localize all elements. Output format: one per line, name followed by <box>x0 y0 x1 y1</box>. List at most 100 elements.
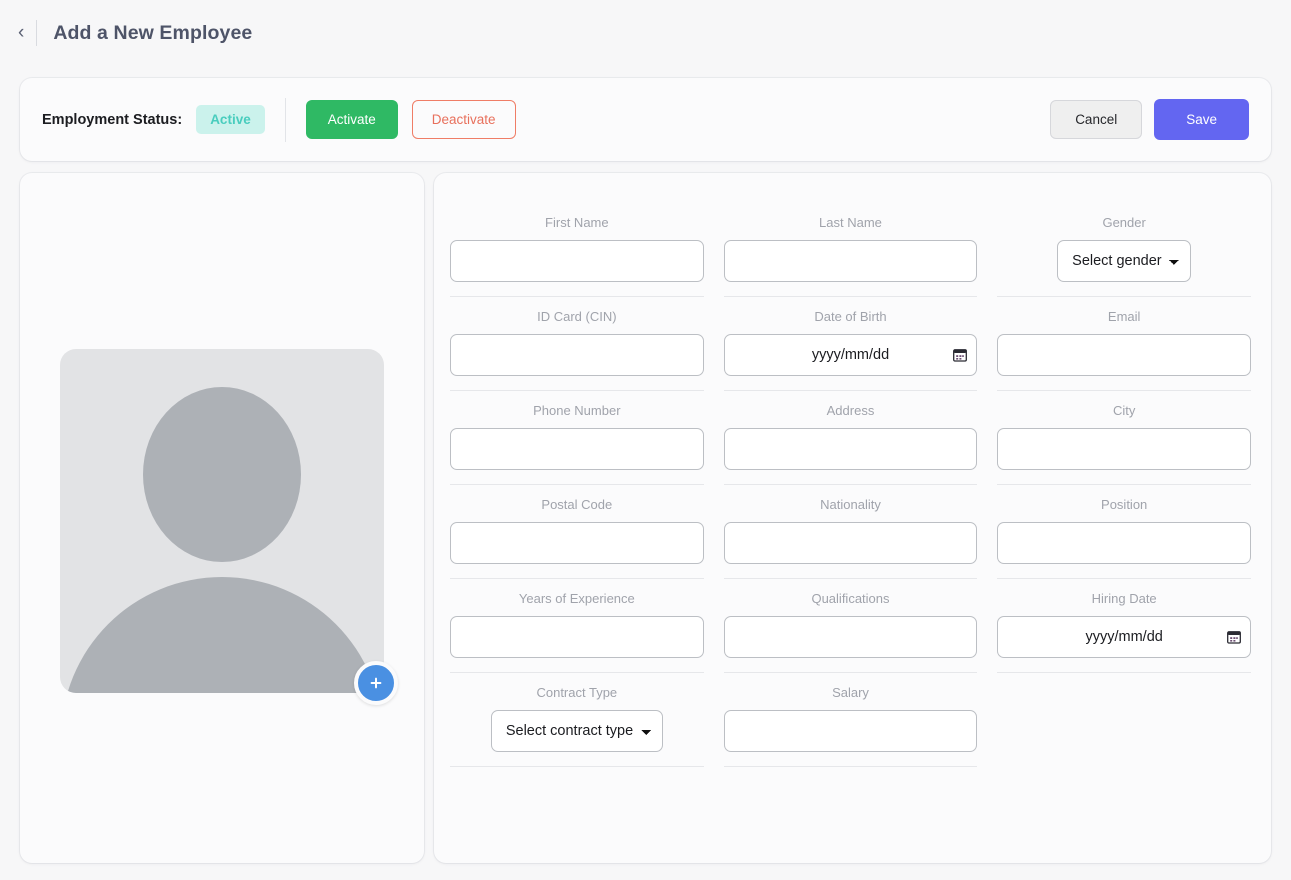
field-label-hiring-date: Hiring Date <box>1091 591 1157 606</box>
form-field-qualifications: Qualifications <box>723 579 978 673</box>
activate-button[interactable]: Activate <box>305 99 398 140</box>
nationality-input[interactable] <box>723 522 978 564</box>
field-label-first-name: First Name <box>545 215 609 230</box>
field-inner-hiring-date: Hiring Date yyyy/mm/dd <box>997 579 1251 672</box>
field-control-phone-number <box>450 428 704 470</box>
field-inner-last-name: Last Name <box>723 203 978 296</box>
field-label-nationality: Nationality <box>820 497 881 512</box>
form-field-city: City <box>997 391 1251 485</box>
field-label-email: Email <box>1107 309 1141 324</box>
field-label-id-card: ID Card (CIN) <box>537 309 617 324</box>
calendar-icon[interactable] <box>953 348 968 362</box>
hiring-date-date-wrapper: yyyy/mm/dd <box>997 616 1251 658</box>
page-title: Add a New Employee <box>53 21 253 44</box>
status-right-group: Cancel Save <box>1050 98 1249 141</box>
field-label-years-experience: Years of Experience <box>518 591 635 606</box>
header-divider <box>36 20 38 46</box>
deactivate-button[interactable]: Deactivate <box>411 99 516 140</box>
employee-form-card: First Name Last Name Gender Select genderMa… <box>434 173 1271 863</box>
years-experience-input[interactable] <box>450 616 704 658</box>
form-field-nationality: Nationality <box>723 485 978 579</box>
city-input[interactable] <box>997 428 1251 470</box>
field-control-address <box>723 428 978 470</box>
date-of-birth-date-wrapper: yyyy/mm/dd <box>723 334 978 376</box>
contract-type-select[interactable]: Select contract typeCDICDD <box>490 710 663 752</box>
field-control-position <box>997 522 1251 564</box>
address-input[interactable] <box>723 428 978 470</box>
page-root: ‹ Add a New Employee Employment Status: … <box>0 0 1291 880</box>
field-inner-nationality: Nationality <box>723 485 978 578</box>
salary-input[interactable] <box>723 710 978 752</box>
form-field-position: Position <box>997 485 1251 579</box>
plus-icon[interactable] <box>354 661 398 705</box>
field-control-city <box>997 428 1251 470</box>
status-left-group: Employment Status: Active Activate Deact… <box>42 97 516 142</box>
employee-form-grid: First Name Last Name Gender Select genderMa… <box>450 203 1251 780</box>
field-inner-years-experience: Years of Experience <box>450 579 704 672</box>
field-control-qualifications <box>723 616 978 658</box>
save-button[interactable]: Save <box>1154 98 1249 141</box>
field-control-last-name <box>723 240 978 282</box>
field-control-id-card <box>450 334 704 376</box>
field-control-nationality <box>723 522 978 564</box>
field-control-gender: Select genderMaleFemale <box>997 240 1251 282</box>
field-label-contract-type: Contract Type <box>536 685 618 700</box>
form-field-phone-number: Phone Number <box>450 391 704 485</box>
field-label-qualifications: Qualifications <box>811 591 890 606</box>
calendar-icon[interactable] <box>1227 630 1241 644</box>
form-field-address: Address <box>723 391 978 485</box>
cancel-button[interactable]: Cancel <box>1050 99 1143 140</box>
field-label-address: Address <box>826 403 875 418</box>
field-label-date-of-birth: Date of Birth <box>814 309 887 324</box>
email-input[interactable] <box>997 334 1251 376</box>
field-inner-email: Email <box>997 297 1251 390</box>
qualifications-input[interactable] <box>723 616 978 658</box>
field-label-last-name: Last Name <box>819 215 882 230</box>
postal-code-input[interactable] <box>450 522 704 564</box>
id-card-input[interactable] <box>450 334 704 376</box>
field-divider-contract-type <box>450 766 704 767</box>
field-label-salary: Salary <box>832 685 869 700</box>
form-field-salary: Salary <box>723 673 978 780</box>
form-field-postal-code: Postal Code <box>450 485 704 579</box>
field-inner-empty-slot <box>997 673 1251 779</box>
field-divider-empty-slot <box>997 779 1251 780</box>
avatar-wrapper <box>60 349 398 705</box>
chevron-left-icon[interactable]: ‹ <box>14 23 36 44</box>
field-control-years-experience <box>450 616 704 658</box>
field-control-first-name <box>450 240 704 282</box>
field-inner-id-card: ID Card (CIN) <box>450 297 704 390</box>
field-inner-gender: Gender Select genderMaleFemale <box>997 203 1251 296</box>
position-input[interactable] <box>997 522 1251 564</box>
date-of-birth-input[interactable]: yyyy/mm/dd <box>723 334 978 376</box>
form-field-first-name: First Name <box>450 203 704 297</box>
field-control-date-of-birth: yyyy/mm/dd <box>723 334 978 376</box>
field-inner-qualifications: Qualifications <box>723 579 978 672</box>
phone-number-input[interactable] <box>450 428 704 470</box>
form-field-empty-slot <box>997 673 1251 780</box>
field-inner-position: Position <box>997 485 1251 578</box>
field-control-email <box>997 334 1251 376</box>
field-inner-postal-code: Postal Code <box>450 485 704 578</box>
field-label-gender: Gender <box>1102 215 1146 230</box>
field-label-city: City <box>1112 403 1136 418</box>
field-inner-first-name: First Name <box>450 203 704 296</box>
form-field-contract-type: Contract Type Select contract typeCDICDD <box>450 673 704 780</box>
employment-status-bar: Employment Status: Active Activate Deact… <box>20 78 1271 161</box>
form-field-years-experience: Years of Experience <box>450 579 704 673</box>
page-header: ‹ Add a New Employee <box>0 0 1291 66</box>
field-inner-address: Address <box>723 391 978 484</box>
form-field-last-name: Last Name <box>723 203 978 297</box>
field-inner-contract-type: Contract Type Select contract typeCDICDD <box>450 673 704 766</box>
field-control-salary <box>723 710 978 752</box>
employee-photo-card <box>20 173 424 863</box>
avatar-body-shape <box>61 577 383 693</box>
first-name-input[interactable] <box>450 240 704 282</box>
hiring-date-input[interactable]: yyyy/mm/dd <box>997 616 1251 658</box>
gender-select[interactable]: Select genderMaleFemale <box>1057 240 1192 282</box>
field-inner-salary: Salary <box>723 673 978 766</box>
field-divider-salary <box>723 766 978 767</box>
status-badge: Active <box>196 105 265 134</box>
last-name-input[interactable] <box>723 240 978 282</box>
field-control-contract-type: Select contract typeCDICDD <box>450 710 704 752</box>
